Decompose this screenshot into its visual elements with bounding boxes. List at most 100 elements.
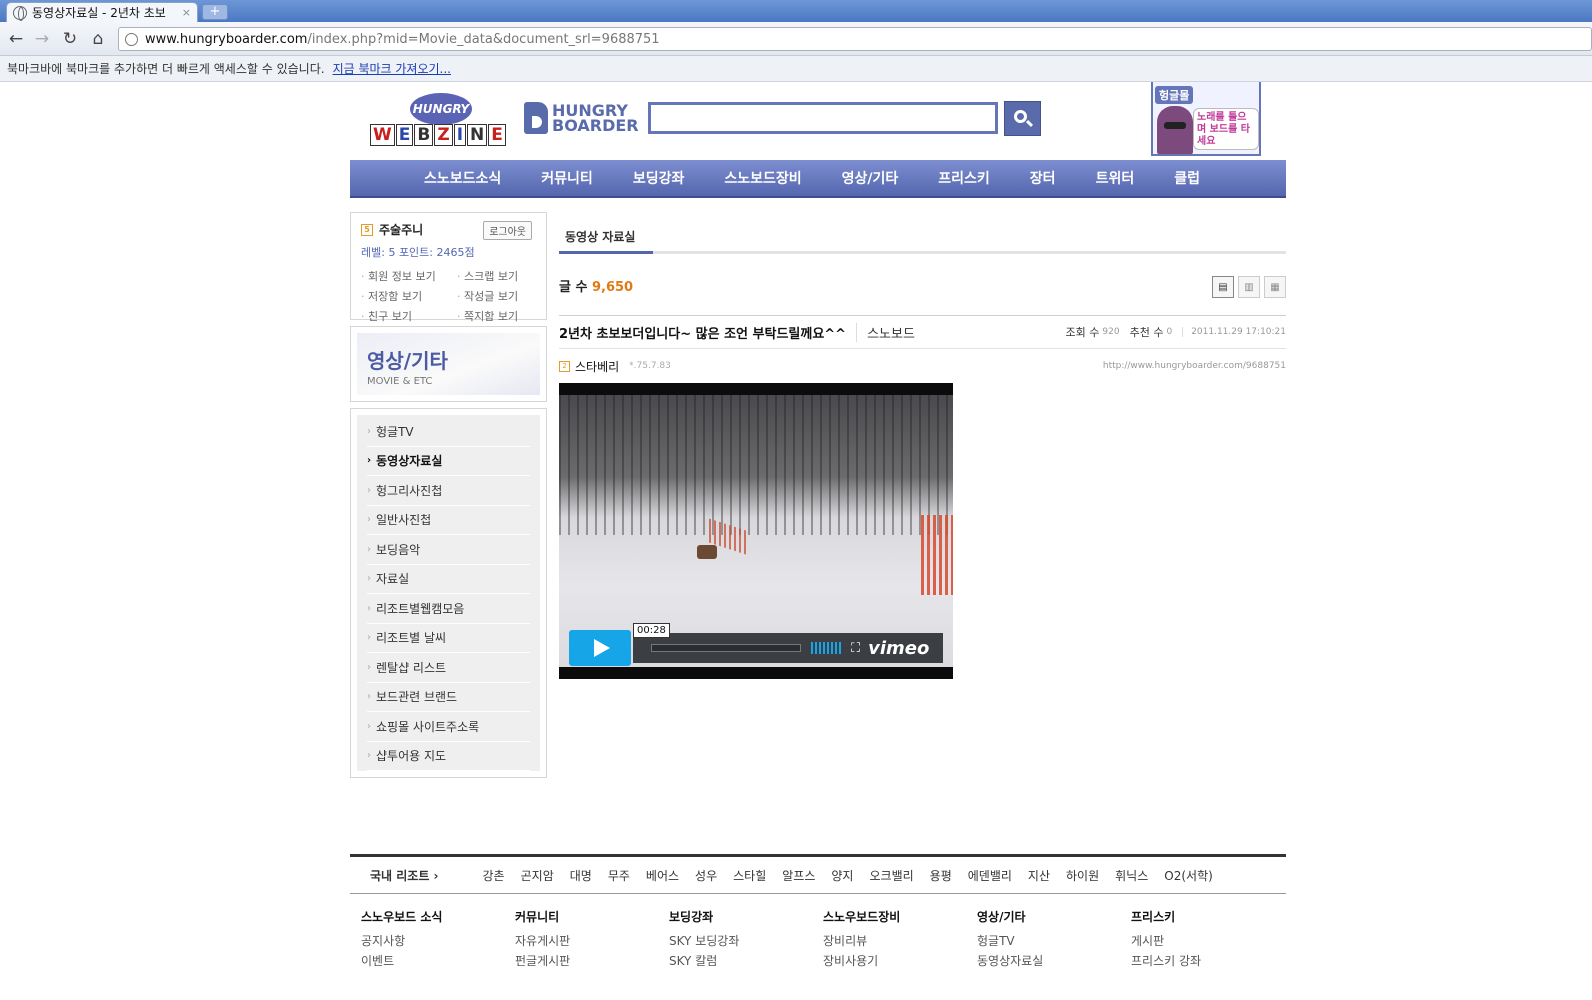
hungryboarder-logo[interactable]: HUNGRY BOARDER [524,102,639,134]
resort-link[interactable]: 성우 [695,867,717,884]
vimeo-player[interactable]: 00:28 ⛶ vimeo [559,383,953,679]
gallery-view-icon[interactable]: ▦ [1264,276,1286,298]
fullscreen-icon[interactable]: ⛶ [851,641,860,656]
webzine-logo[interactable]: HUNGRY WEBZINE [370,90,506,152]
resort-link[interactable]: 대명 [570,867,592,884]
recommend-value: 0 [1166,327,1173,337]
gnb-item[interactable]: 보딩강좌 [633,168,685,188]
post-title[interactable]: 2년차 초보보더입니다~ 많은 조언 부탁드릴께요^^ [559,322,858,342]
vimeo-logo[interactable]: vimeo [868,638,929,659]
sitemap-heading[interactable]: 스노우보드장비 [823,908,977,925]
gnb-item[interactable]: 스노보드소식 [424,168,501,188]
resort-link[interactable]: 지산 [1028,867,1050,884]
member-link[interactable]: 회원 정보 보기 [361,268,457,284]
sitemap-link[interactable]: 장비사용기 [823,951,977,971]
home-icon[interactable]: ⌂ [88,29,108,49]
category-menu-item[interactable]: › 일반사진첩 [367,506,530,535]
gnb-item[interactable]: 커뮤니티 [541,168,593,188]
category-menu-item[interactable]: › 헝글TV [367,417,530,447]
sitemap-link[interactable]: 게시판 [1131,931,1285,951]
sitemap-heading[interactable]: 보딩강좌 [669,908,823,925]
gnb-item[interactable]: 프리스키 [938,168,990,188]
sitemap-heading[interactable]: 영상/기타 [977,908,1131,925]
new-tab-button[interactable]: + [202,4,228,20]
nickname[interactable]: 주술주니 [379,221,423,238]
resort-link[interactable]: 무주 [608,867,630,884]
gnb-item[interactable]: 장터 [1030,168,1056,188]
webzine-letters: WEBZINE [370,124,506,146]
shop-banner[interactable]: 헝글몰 노래를 틀으며 보드를 타세요 [1151,82,1261,156]
resort-link[interactable]: 에덴밸리 [968,867,1012,884]
sitemap-link[interactable]: 이벤트 [361,951,515,971]
category-menu-item[interactable]: › 리조트별웹캠모음 [367,594,530,624]
category-menu-item[interactable]: › 자료실 [367,565,530,594]
resort-link[interactable]: 강촌 [483,867,505,884]
resort-bar: 국내 리조트 › 강촌 곤지암 대명 무주 베어스 성우 스타힐 알프스 양지 오크밸리 용평 에덴밸… [350,854,1286,894]
resort-link[interactable]: 양지 [831,867,853,884]
tab-movie-data[interactable]: 동영상 자료실 [559,228,653,254]
browser-tab[interactable]: 동영상자료실 - 2년차 초보 × [6,2,198,22]
resort-link[interactable]: 하이원 [1066,867,1099,884]
member-link[interactable]: 쪽지함 보기 [457,308,547,324]
search-input[interactable] [651,105,995,131]
resort-link[interactable]: 알프스 [782,867,815,884]
page-info-icon[interactable] [125,32,138,46]
sitemap-link[interactable]: 헝글TV [977,931,1131,951]
resort-link[interactable]: 곤지암 [521,867,554,884]
sitemap-link[interactable]: 프리스키 강좌 [1131,951,1285,971]
permalink[interactable]: http://www.hungryboarder.com/9688751 [1103,361,1286,371]
resort-link[interactable]: 휘닉스 [1115,867,1148,884]
address-bar[interactable]: www.hungryboarder.com/index.php?mid=Movi… [118,27,1592,51]
sitemap-link[interactable]: 동영상자료실 [977,951,1131,971]
member-link[interactable]: 스크랩 보기 [457,268,547,284]
post-category[interactable]: 스노보드 [857,323,915,342]
close-tab-icon[interactable]: × [182,6,191,19]
import-bookmarks-link[interactable]: 지금 북마크 가져오기... [333,60,451,77]
sitemap-column: 스노우보드장비장비리뷰 장비사용기 [823,908,977,971]
forward-arrow-icon[interactable]: → [32,29,52,49]
resort-link[interactable]: 오크밸리 [869,867,913,884]
sitemap-heading[interactable]: 스노우보드 소식 [361,908,515,925]
reload-icon[interactable]: ↻ [60,29,80,49]
resort-link[interactable]: 베어스 [646,867,679,884]
logout-button[interactable]: 로그아웃 [483,221,532,240]
sitemap-link[interactable]: 장비리뷰 [823,931,977,951]
category-menu-item[interactable]: › 샵투어용 지도 [367,742,530,771]
gnb-item[interactable]: 트위터 [1096,168,1135,188]
search-box[interactable] [648,102,998,134]
category-menu-item[interactable]: › 보드관련 브랜드 [367,683,530,712]
back-arrow-icon[interactable]: ← [6,29,26,49]
volume-icon[interactable] [811,642,841,654]
sitemap-link[interactable]: 펀글게시판 [515,951,669,971]
gnb-item[interactable]: 클럽 [1174,168,1200,188]
member-link[interactable]: 작성글 보기 [457,288,547,304]
webzine-view-icon[interactable]: ▥ [1238,276,1260,298]
category-menu-item[interactable]: › 헝그리사진첩 [367,476,530,506]
sitemap-heading[interactable]: 커뮤니티 [515,908,669,925]
resort-link[interactable]: O2(서학) [1164,867,1213,884]
resort-link[interactable]: 용평 [930,867,952,884]
sitemap-link[interactable]: 공지사항 [361,931,515,951]
search-icon [1014,110,1027,123]
author-ip: *.75.7.83 [629,361,671,371]
search-button[interactable] [1004,101,1041,136]
progress-track[interactable] [651,644,801,652]
category-menu-item[interactable]: › 동영상자료실 [367,447,530,476]
sitemap-heading[interactable]: 프리스키 [1131,908,1285,925]
author-name[interactable]: 스타베리 [575,358,619,375]
category-menu-item[interactable]: › 리조트별 날씨 [367,624,530,653]
category-menu-item[interactable]: › 렌탈샵 리스트 [367,653,530,683]
list-view-icon[interactable]: ▤ [1212,276,1234,298]
resort-link[interactable]: 스타힐 [733,867,766,884]
category-menu-item[interactable]: › 쇼핑몰 사이트주소록 [367,712,530,742]
resort-lead[interactable]: 국내 리조트 › [370,867,439,884]
sitemap-link[interactable]: SKY 칼럼 [669,951,823,971]
category-menu-item[interactable]: › 보딩음악 [367,535,530,565]
sitemap-link[interactable]: SKY 보딩강좌 [669,931,823,951]
play-button[interactable] [569,630,631,666]
gnb-item[interactable]: 영상/기타 [842,168,899,188]
gnb-item[interactable]: 스노보드장비 [724,168,801,188]
member-link[interactable]: 저장함 보기 [361,288,457,304]
sitemap-link[interactable]: 자유게시판 [515,931,669,951]
member-link[interactable]: 친구 보기 [361,308,457,324]
